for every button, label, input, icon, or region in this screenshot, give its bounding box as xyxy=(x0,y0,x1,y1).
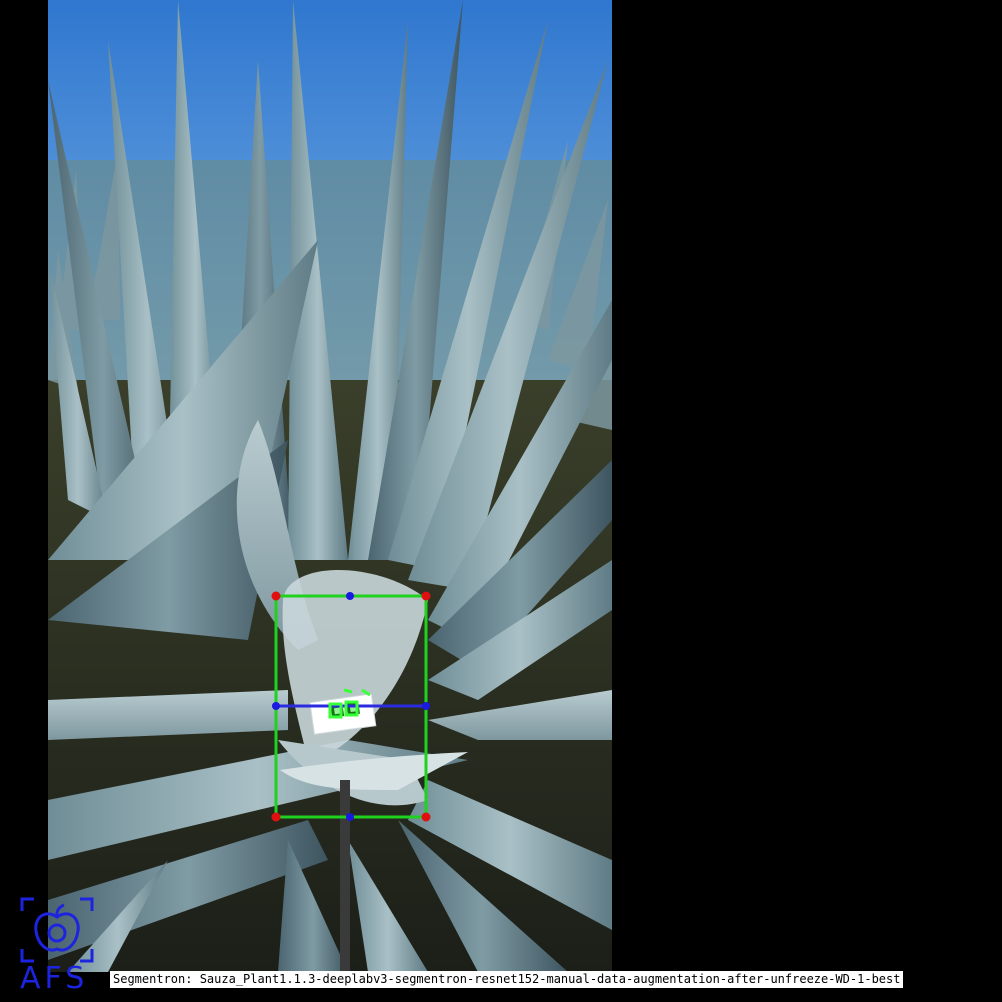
afs-logo-text: AFS xyxy=(20,961,89,996)
model-caption: Segmentron: Sauza_Plant1.1.3-deeplabv3-s… xyxy=(110,971,904,988)
agave-photo xyxy=(48,0,612,972)
agave-photo-render xyxy=(48,0,612,972)
viewer-canvas: AFS Segmentron: Sauza_Plant1.1.3-deeplab… xyxy=(0,0,1002,1002)
apple-bracket-icon xyxy=(20,897,94,963)
